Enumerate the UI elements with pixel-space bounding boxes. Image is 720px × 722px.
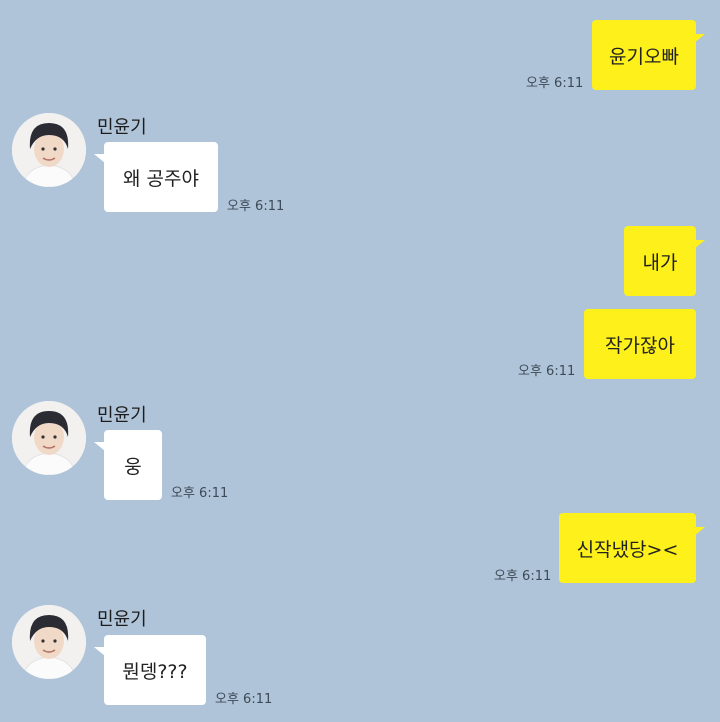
message-text: 신작냈당>< [576,538,679,561]
avatar-icon [12,605,86,679]
contact-name: 민윤기 [97,117,147,138]
message-text: 윤기오빠 [609,45,679,68]
contact-avatar[interactable] [12,605,86,679]
message-text: 뭔뎅??? [122,660,188,683]
avatar-icon [12,401,86,475]
message-text: 내가 [642,251,678,274]
message-bubble-received[interactable]: 왜 공주야 [94,142,218,212]
contact-avatar[interactable] [12,401,86,475]
message-time: 오후 6:11 [227,199,285,214]
message-text: 왜 공주야 [123,167,199,190]
message-time: 오후 6:11 [494,569,552,584]
contact-name: 민윤기 [97,405,147,426]
message-time: 오후 6:11 [518,364,576,379]
message-time: 오후 6:11 [526,76,584,91]
message-bubble-received[interactable]: 뭔뎅??? [94,635,206,705]
chat-area[interactable]: 오후 6:11 윤기오빠 민윤기 왜 공주야 오후 6:11 내가 작가잖아 오… [0,0,720,722]
message-bubble-sent[interactable]: 윤기오빠 [592,20,705,90]
avatar-icon [12,113,86,187]
message-time: 오후 6:11 [215,692,273,707]
message-text: 작가잖아 [605,334,675,357]
message-bubble-sent[interactable]: 작가잖아 [584,309,696,379]
message-text: 웅 [124,455,142,478]
contact-avatar[interactable] [12,113,86,187]
message-bubble-sent[interactable]: 신작냈당>< [559,513,705,583]
contact-name: 민윤기 [97,609,147,630]
message-bubble-sent[interactable]: 내가 [624,226,705,296]
message-time: 오후 6:11 [171,486,229,501]
message-bubble-received[interactable]: 웅 [94,430,162,500]
